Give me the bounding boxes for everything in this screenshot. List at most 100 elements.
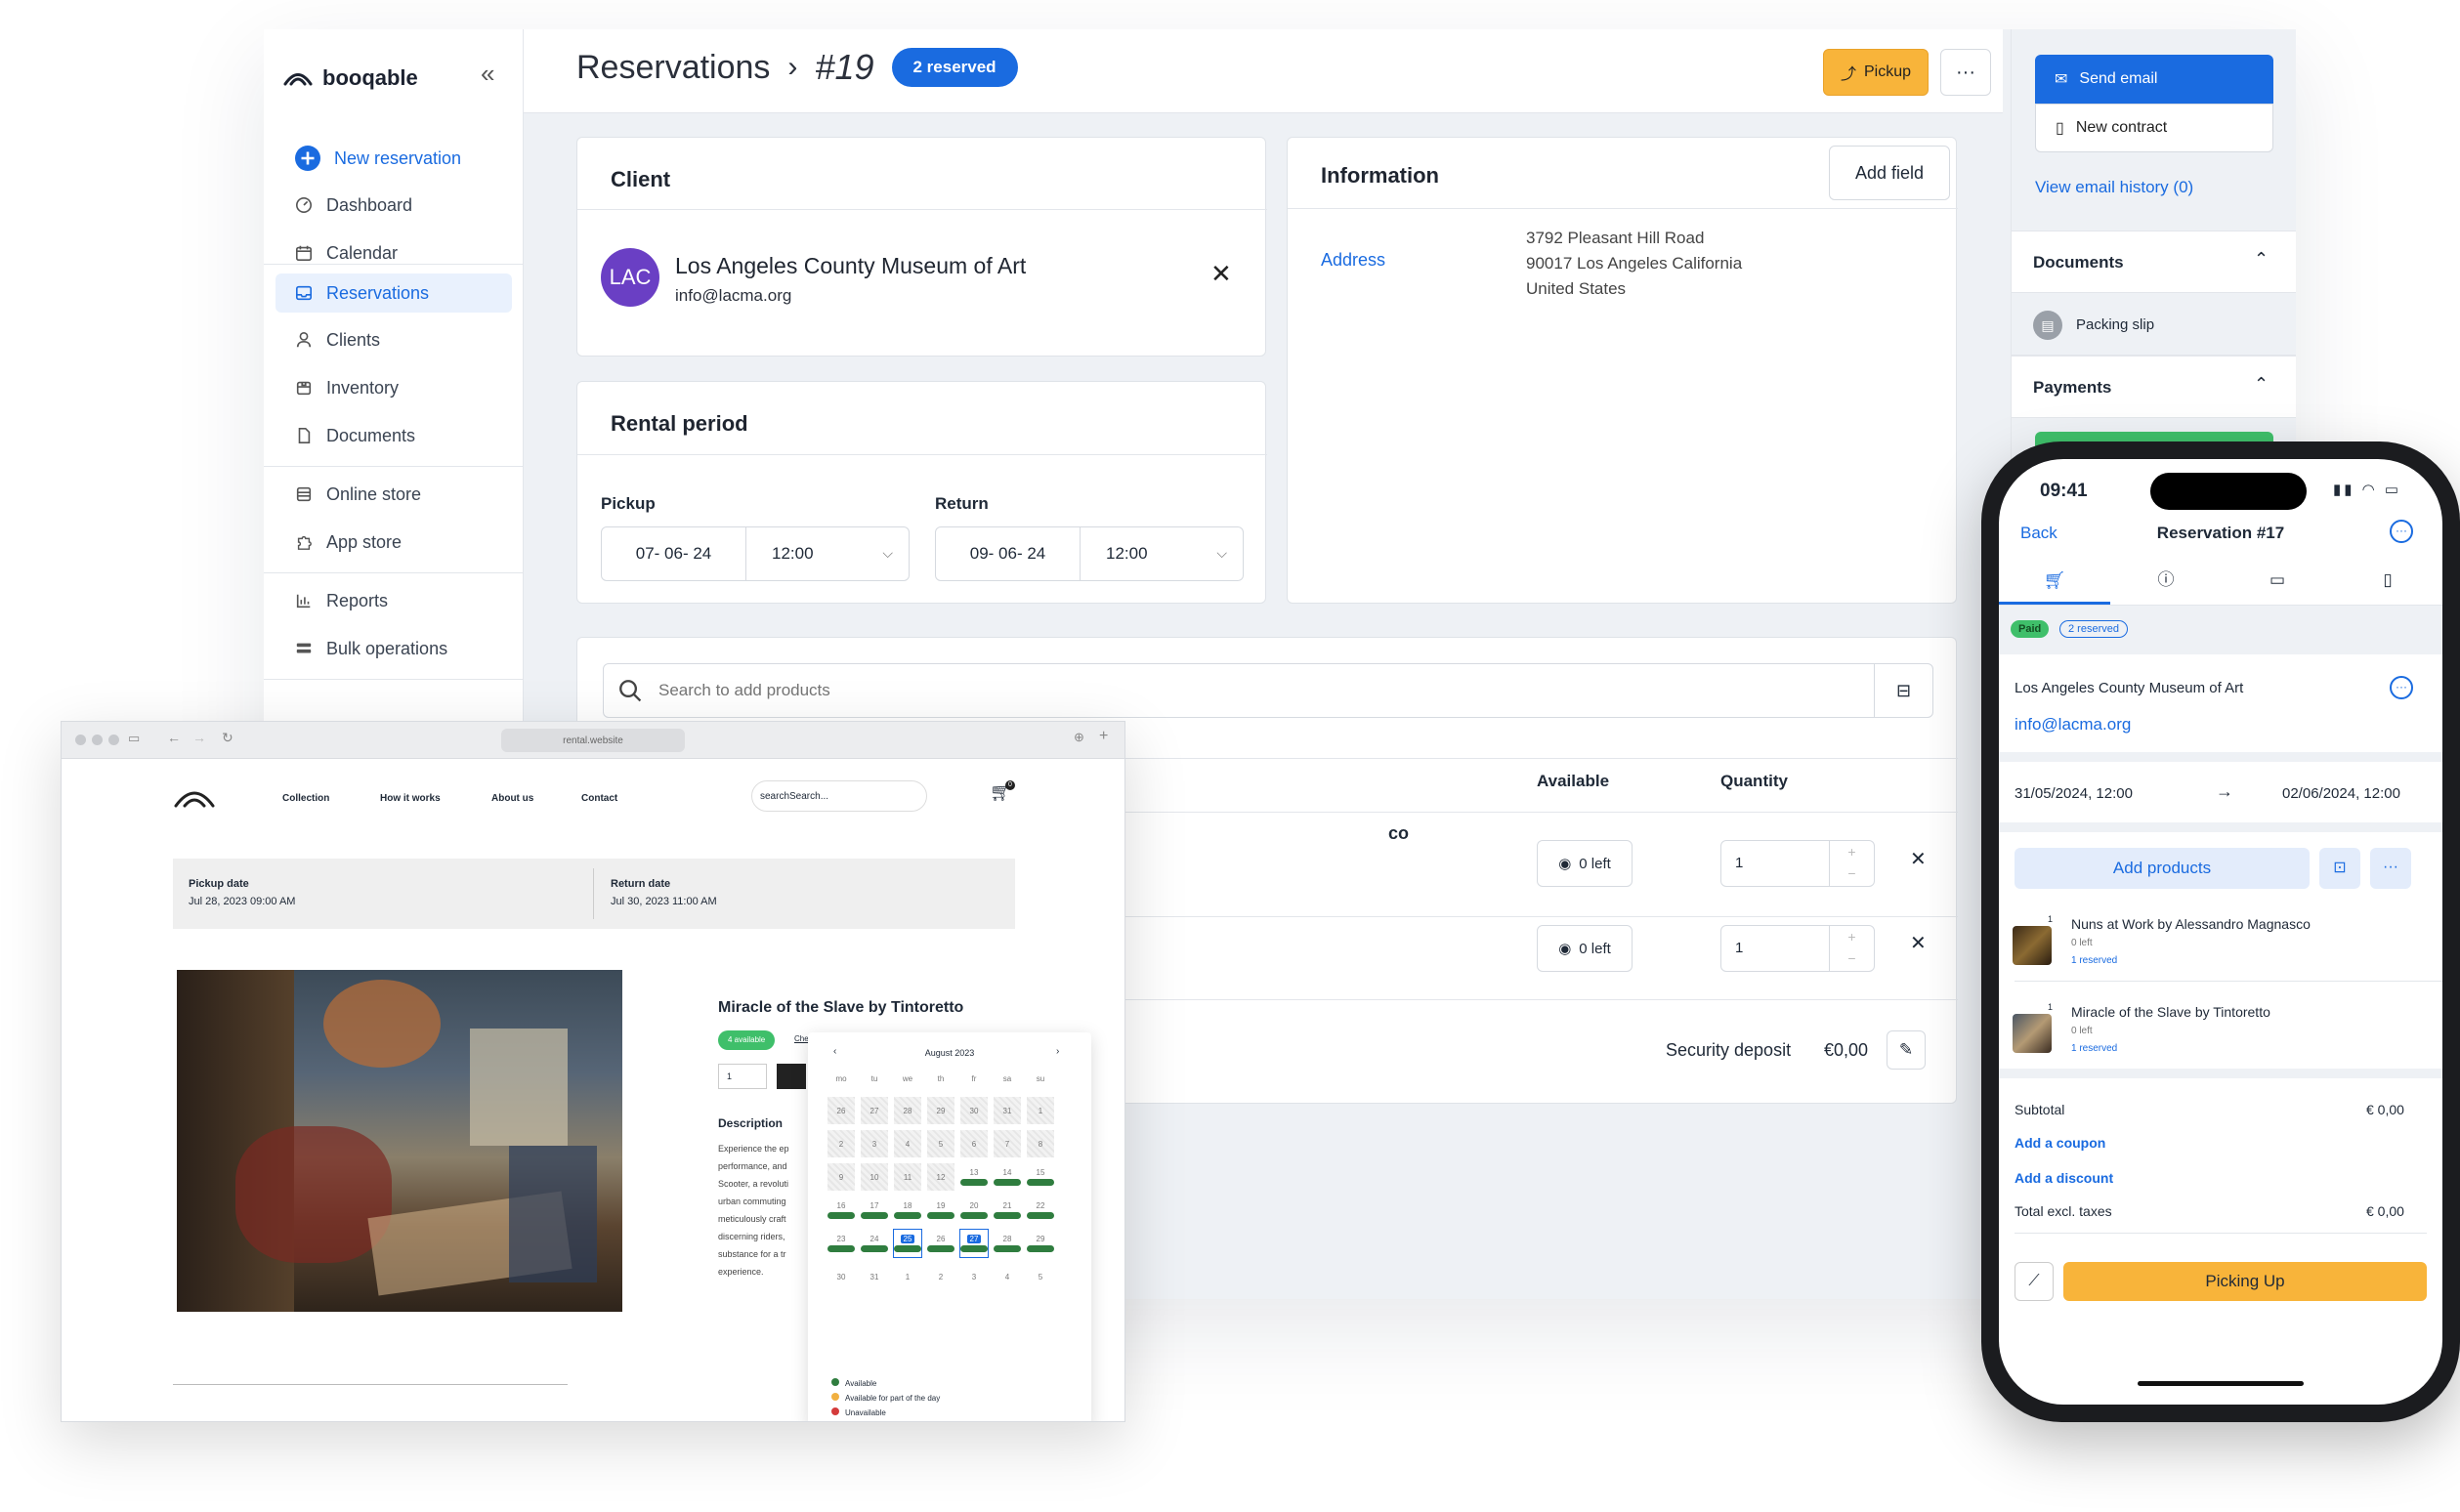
calendar-day[interactable]: 27 [959,1229,989,1258]
nav-online-store[interactable]: Online store [276,475,512,514]
site-nav-contact[interactable]: Contact [581,793,617,804]
calendar-day[interactable]: 1 [1027,1097,1054,1124]
add-discount-link[interactable]: Add a discount [2015,1170,2113,1186]
quantity-input[interactable]: 1 [718,1064,767,1089]
site-nav-how-it-works[interactable]: How it works [380,793,441,804]
calendar-day[interactable]: 28 [994,1230,1021,1257]
calendar-day[interactable]: 6 [960,1130,988,1157]
calendar-day[interactable]: 2 [827,1130,855,1157]
calendar-day[interactable]: 22 [1027,1197,1054,1224]
stepper-buttons[interactable]: + − [1829,841,1874,886]
nav-clients[interactable]: Clients [276,320,512,359]
calendar-day[interactable]: 25 [893,1229,922,1258]
tab-cart-icon[interactable]: 🛒︎ [1999,559,2110,605]
calendar-day[interactable]: 4 [994,1263,1021,1290]
phone-client-name[interactable]: Los Angeles County Museum of Art [2015,680,2243,696]
calendar-day[interactable]: 9 [827,1163,855,1191]
brand-logo[interactable]: booqable [283,59,418,98]
product-painting-image[interactable] [177,970,622,1312]
more-icon[interactable]: ··· [2370,848,2411,889]
nav-inventory[interactable]: Inventory [276,368,512,407]
calendar-day[interactable]: 5 [927,1130,954,1157]
more-actions-button[interactable]: ··· [1940,49,1991,96]
remove-client-icon[interactable]: ✕ [1210,259,1232,289]
calendar-day[interactable]: 7 [994,1130,1021,1157]
packing-slip-item[interactable]: ▤ Packing slip [2012,293,2296,356]
site-nav-collection[interactable]: Collection [282,793,329,804]
calendar-day[interactable]: 20 [960,1197,988,1224]
calendar-day[interactable]: 4 [894,1130,921,1157]
calendar-day[interactable]: 26 [927,1230,954,1257]
stepper-buttons[interactable]: + − [1829,926,1874,971]
site-search-input[interactable]: searchSearch... [751,780,927,812]
quantity-stepper[interactable]: 1 + − [1720,840,1875,887]
window-controls[interactable] [75,735,119,745]
nav-reservations[interactable]: Reservations [276,273,512,313]
calendar-day[interactable]: 3 [861,1130,888,1157]
calendar-day[interactable]: 16 [827,1197,855,1224]
calendar-day[interactable]: 11 [894,1163,921,1191]
send-email-button[interactable]: ✉ Send email [2035,55,2273,104]
nav-new-reservation[interactable]: New reservation [276,139,512,178]
search-input[interactable] [658,676,1831,705]
calendar-day[interactable]: 29 [1027,1230,1054,1257]
pickup-time-select[interactable]: 12:00 ⌵ [746,527,909,580]
calendar-day[interactable]: 30 [960,1097,988,1124]
email-history-link[interactable]: View email history (0) [2035,178,2193,197]
phone-end-datetime[interactable]: 02/06/2024, 12:00 [2282,785,2400,802]
line-item-name[interactable]: Nuns at Work by Alessandro Magnasco [2071,916,2311,932]
calendar-day[interactable]: 10 [861,1163,888,1191]
client-email[interactable]: info@lacma.org [675,286,791,306]
remove-line-icon[interactable]: ✕ [1910,931,1927,955]
tab-documents-icon[interactable]: ▯ [2333,559,2442,602]
calendar-day[interactable]: 5 [1027,1263,1054,1290]
add-products-button[interactable]: Add products [2015,848,2310,889]
address-bar[interactable]: rental.website [501,729,685,752]
back-arrow-icon[interactable]: ← [167,730,181,745]
pickup-date-input[interactable]: 07- 06- 24 [602,527,746,580]
line-item-name[interactable]: Miracle of the Slave by Tintoretto [2071,1004,2270,1020]
add-to-cart-button[interactable] [777,1064,806,1089]
calendar-day[interactable]: 15 [1027,1163,1054,1191]
tab-info-icon[interactable]: ⓘ [2110,559,2222,602]
more-options-icon[interactable]: ··· [2390,520,2413,543]
nav-app-store[interactable]: App store [276,523,512,562]
quantity-stepper[interactable]: 1 + − [1720,925,1875,972]
site-logo-icon[interactable] [173,786,216,810]
forward-arrow-icon[interactable]: → [192,730,206,745]
phone-client-email[interactable]: info@lacma.org [2015,715,2131,735]
calendar-day[interactable]: 31 [994,1097,1021,1124]
breadcrumb-reservations[interactable]: Reservations [576,49,770,87]
calendar-day[interactable]: 21 [994,1197,1021,1224]
calendar-day[interactable]: 26 [827,1097,855,1124]
nav-dashboard[interactable]: Dashboard [276,186,512,225]
calendar-day[interactable]: 2 [927,1263,954,1290]
add-coupon-link[interactable]: Add a coupon [2015,1135,2105,1151]
reload-icon[interactable]: ↻ [222,730,233,746]
sidebar-toggle-icon[interactable]: ▭ [128,731,140,746]
client-name[interactable]: Los Angeles County Museum of Art [675,253,1026,279]
scan-icon[interactable]: ⊡ [2319,848,2360,889]
edit-pencil-icon[interactable]: ✎ [1887,1030,1926,1070]
calendar-day[interactable]: 29 [927,1097,954,1124]
add-field-button[interactable]: Add field [1829,146,1950,200]
pickup-button[interactable]: ⤴ Pickup [1823,49,1929,96]
next-month-icon[interactable]: › [1056,1046,1059,1057]
calendar-day[interactable]: 13 [960,1163,988,1191]
client-more-icon[interactable]: ··· [2390,676,2413,699]
calendar-day[interactable]: 27 [861,1097,888,1124]
picking-up-button[interactable]: Picking Up [2063,1262,2427,1301]
rental-dates-bar[interactable]: Pickup date Jul 28, 2023 09:00 AM Return… [173,859,1015,929]
check-availability-link[interactable]: Che [794,1034,809,1043]
address-label[interactable]: Address [1321,250,1385,271]
tab-payment-icon[interactable]: ▭ [2222,559,2333,602]
calendar-day[interactable]: 12 [927,1163,954,1191]
nav-calendar[interactable]: Calendar [276,233,512,273]
calendar-day[interactable]: 8 [1027,1130,1054,1157]
remove-line-icon[interactable]: ✕ [1910,847,1927,871]
calendar-day[interactable]: 23 [827,1230,855,1257]
calendar-day[interactable]: 24 [861,1230,888,1257]
return-date-input[interactable]: 09- 06- 24 [936,527,1081,580]
download-icon[interactable]: ⊕ [1074,730,1084,745]
new-contract-button[interactable]: ▯ New contract [2035,104,2273,152]
